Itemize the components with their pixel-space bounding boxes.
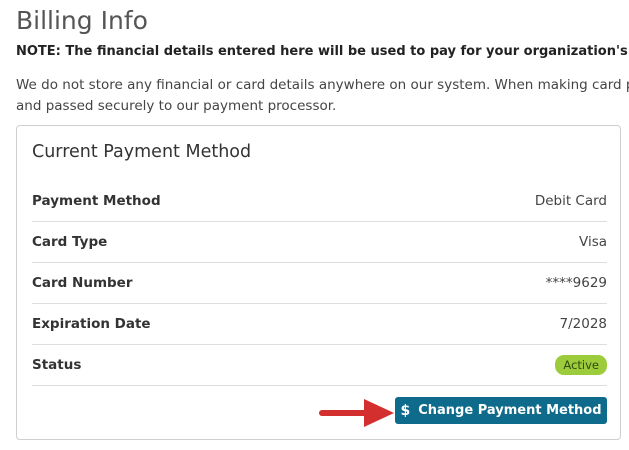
payment-method-card: Current Payment Method Payment Method De… xyxy=(16,125,621,440)
annotation-arrow-icon xyxy=(319,399,394,427)
row-value: Visa xyxy=(579,234,607,250)
billing-description-line-1: We do not store any financial or card de… xyxy=(16,77,629,93)
row-label: Card Type xyxy=(32,234,108,250)
row-value: Debit Card xyxy=(534,193,607,209)
change-payment-method-button[interactable]: $ Change Payment Method xyxy=(395,397,607,424)
row-card-number: Card Number ****9629 xyxy=(32,263,607,304)
row-label: Status xyxy=(32,357,82,373)
billing-page: Billing Info NOTE: The financial details… xyxy=(0,0,629,450)
row-label: Expiration Date xyxy=(32,316,151,332)
row-label: Payment Method xyxy=(32,193,161,209)
row-expiration-date: Expiration Date 7/2028 xyxy=(32,304,607,345)
change-payment-method-label: Change Payment Method xyxy=(418,403,602,418)
row-label: Card Number xyxy=(32,275,133,291)
billing-description-line-2: and passed securely to our payment proce… xyxy=(16,98,337,114)
billing-note: NOTE: The financial details entered here… xyxy=(16,44,629,59)
row-card-type: Card Type Visa xyxy=(32,222,607,263)
row-status: Status Active xyxy=(32,345,607,386)
card-title: Current Payment Method xyxy=(32,142,252,162)
dollar-icon: $ xyxy=(400,402,411,419)
row-payment-method: Payment Method Debit Card xyxy=(32,181,607,222)
row-value: ****9629 xyxy=(545,275,607,291)
status-badge: Active xyxy=(555,355,607,375)
row-value: 7/2028 xyxy=(559,316,608,332)
billing-description: We do not store any financial or card de… xyxy=(16,75,629,117)
page-title: Billing Info xyxy=(16,6,148,35)
